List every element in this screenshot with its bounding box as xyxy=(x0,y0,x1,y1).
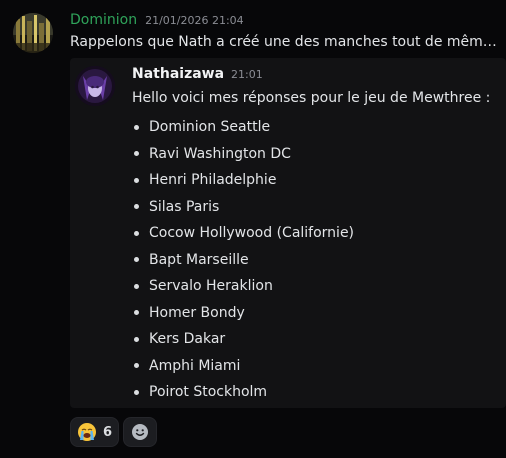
reaction-crying[interactable]: 6 xyxy=(70,417,120,447)
message-timestamp: 21/01/2026 21:04 xyxy=(145,14,244,27)
bullet-icon xyxy=(134,336,139,342)
list-item: Dominion Seattle xyxy=(132,114,354,141)
bullet-icon xyxy=(134,283,139,289)
list-item: Homer Bondy xyxy=(132,300,354,327)
add-reaction-smiley-icon xyxy=(132,424,149,440)
bullet-icon xyxy=(134,204,139,210)
city-night-avatar-icon xyxy=(13,13,53,53)
forwarded-message: Nathaizawa 21:01 Hello voici mes réponse… xyxy=(70,58,506,408)
dominion-avatar[interactable] xyxy=(13,13,53,53)
forwarded-timestamp: 21:01 xyxy=(231,68,263,81)
author-name[interactable]: Dominion xyxy=(70,12,137,28)
purple-character-avatar-icon xyxy=(75,66,115,106)
reaction-count: 6 xyxy=(103,424,113,440)
list-item: Silas Paris xyxy=(132,194,354,221)
message-text: Rappelons que Nath a créé une des manche… xyxy=(70,34,500,50)
chat-message: Dominion 21/01/2026 21:04 Rappelons que … xyxy=(0,0,506,458)
list-item: Bapt Marseille xyxy=(132,247,354,274)
bullet-icon xyxy=(134,230,139,236)
bullet-icon xyxy=(134,310,139,316)
bullet-icon xyxy=(134,177,139,183)
forwarded-author-name[interactable]: Nathaizawa xyxy=(132,66,224,82)
message-header: Dominion 21/01/2026 21:04 xyxy=(70,12,244,32)
forwarded-header: Nathaizawa 21:01 xyxy=(132,66,263,82)
list-item: Amphi Miami xyxy=(132,353,354,380)
bullet-icon xyxy=(134,151,139,157)
list-item: Servalo Heraklion xyxy=(132,273,354,300)
list-item: Cocow Hollywood (Californie) xyxy=(132,220,354,247)
bullet-icon xyxy=(134,257,139,263)
nathaizawa-avatar[interactable] xyxy=(75,66,115,106)
list-item: Ravi Washington DC xyxy=(132,141,354,168)
add-reaction-button[interactable] xyxy=(123,417,158,447)
bullet-icon xyxy=(134,389,139,395)
forwarded-intro-text: Hello voici mes réponses pour le jeu de … xyxy=(132,90,491,106)
list-item: Kers Dakar xyxy=(132,326,354,353)
list-item: Poirot Stockholm xyxy=(132,379,354,406)
list-item: Henri Philadelphie xyxy=(132,167,354,194)
loudly-crying-face-icon xyxy=(78,423,96,441)
bullet-icon xyxy=(134,363,139,369)
bullet-icon xyxy=(134,124,139,130)
answers-list: Dominion Seattle Ravi Washington DC Henr… xyxy=(132,114,354,406)
reactions-bar: 6 xyxy=(70,417,158,447)
